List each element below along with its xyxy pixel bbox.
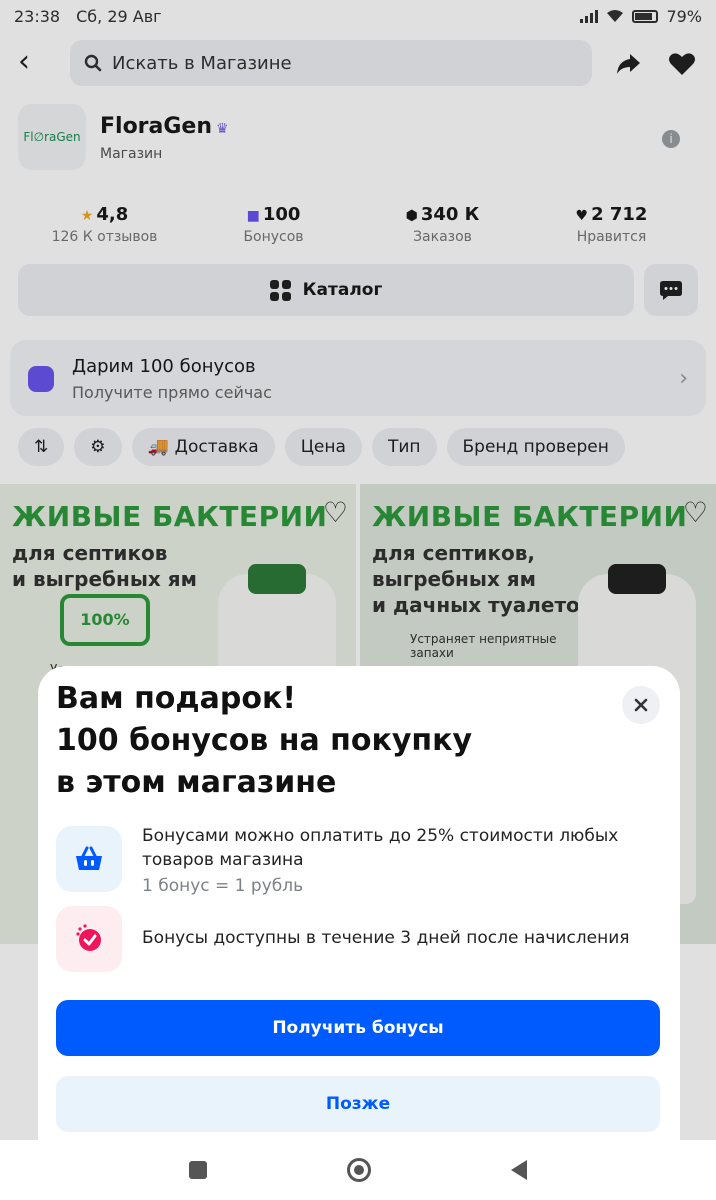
home-icon[interactable]	[347, 1158, 371, 1182]
recent-apps-icon[interactable]	[189, 1161, 207, 1179]
timer-check-icon	[56, 906, 122, 972]
system-nav-bar	[0, 1140, 716, 1200]
close-button[interactable]	[622, 686, 660, 724]
get-bonuses-button[interactable]: Получить бонусы	[56, 1000, 660, 1056]
later-button[interactable]: Позже	[56, 1076, 660, 1132]
feature-note: 1 бонус = 1 рубль	[142, 876, 304, 896]
feature-text: Бонусы доступны в течение 3 дней после н…	[142, 928, 630, 948]
close-icon	[634, 698, 648, 712]
feature-text: Бонусами можно оплатить до 25% стоимости…	[142, 826, 619, 870]
modal-title: Вам подарок! 100 бонусов на покупку в эт…	[56, 681, 473, 800]
back-nav-icon[interactable]	[511, 1160, 527, 1180]
basket-icon	[56, 826, 122, 892]
bonus-gift-modal: Вам подарок! 100 бонусов на покупку в эт…	[38, 666, 680, 1140]
